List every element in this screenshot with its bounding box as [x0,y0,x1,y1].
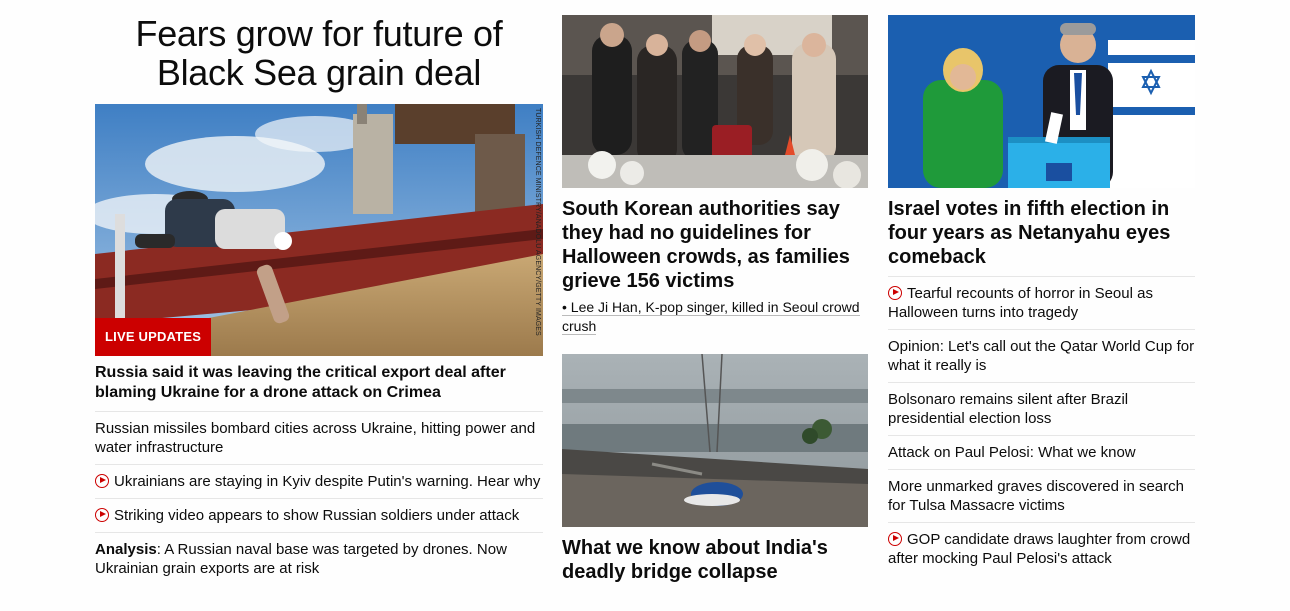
live-updates-badge[interactable]: LIVE UPDATES [95,318,212,356]
israel-vote-image [888,15,1195,188]
list-item-text: Bolsonaro remains silent after Brazil pr… [888,391,1129,427]
middle-stories: South Korean authorities say they had no… [562,0,868,584]
list-item-text: Tearful recounts of horror in Seoul as H… [888,285,1153,321]
seoul-sub-link-wrap: • Lee Ji Han, K-pop singer, killed in Se… [562,298,868,336]
seoul-mourners-photo[interactable] [562,15,868,188]
list-item-text: Russian missiles bombard cities across U… [95,420,536,456]
bridge-headline[interactable]: What we know about India's deadly bridge… [562,536,868,584]
list-item[interactable]: Attack on Paul Pelosi: What we know [888,435,1195,469]
list-item[interactable]: More unmarked graves discovered in searc… [888,469,1195,522]
list-item[interactable]: Analysis: A Russian naval base was targe… [95,532,543,585]
lead-headline[interactable]: Russia said it was leaving the critical … [95,363,543,403]
israel-headline[interactable]: Israel votes in fifth election in four y… [888,197,1195,269]
seoul-sub-link[interactable]: • Lee Ji Han, K-pop singer, killed in Se… [562,299,860,335]
analysis-label: Analysis [95,541,157,558]
israel-vote-photo[interactable] [888,15,1195,188]
list-item[interactable]: Striking video appears to show Russian s… [95,498,543,532]
list-item[interactable]: GOP candidate draws laughter from crowd … [888,522,1195,575]
list-item-text: : A Russian naval base was targeted by d… [95,541,507,577]
list-item[interactable]: Opinion: Let's call out the Qatar World … [888,329,1195,382]
list-item[interactable]: Bolsonaro remains silent after Brazil pr… [888,382,1195,435]
play-circle-icon [95,508,109,522]
hero-title[interactable]: Fears grow for future of Black Sea grain… [95,14,543,92]
list-item[interactable]: Ukrainians are staying in Kyiv despite P… [95,464,543,498]
play-circle-icon [888,532,902,546]
right-stories: Israel votes in fifth election in four y… [888,0,1195,575]
play-circle-icon [888,286,902,300]
list-item-text: GOP candidate draws laughter from crowd … [888,531,1191,567]
bridge-collapse-image [562,354,868,527]
lead-story: Fears grow for future of Black Sea grain… [95,0,543,585]
list-item-text: Opinion: Let's call out the Qatar World … [888,338,1195,374]
list-item-text: More unmarked graves discovered in searc… [888,478,1184,514]
image-credit: TURKISH DEFENCE MINISTRY/ANADOLU AGENCY/… [534,108,541,336]
bridge-collapse-photo[interactable] [562,354,868,527]
right-related-list: Tearful recounts of horror in Seoul as H… [888,276,1195,575]
list-item[interactable]: Russian missiles bombard cities across U… [95,411,543,464]
list-item-text: Striking video appears to show Russian s… [114,507,520,524]
left-related-list: Russian missiles bombard cities across U… [95,411,543,585]
play-circle-icon [95,474,109,488]
list-item[interactable]: Tearful recounts of horror in Seoul as H… [888,276,1195,329]
list-item-text: Ukrainians are staying in Kyiv despite P… [114,473,541,490]
seoul-mourners-image [562,15,868,188]
grain-ship-photo[interactable]: TURKISH DEFENCE MINISTRY/ANADOLU AGENCY/… [95,104,543,356]
list-item-text: Attack on Paul Pelosi: What we know [888,444,1136,461]
seoul-headline[interactable]: South Korean authorities say they had no… [562,197,868,293]
